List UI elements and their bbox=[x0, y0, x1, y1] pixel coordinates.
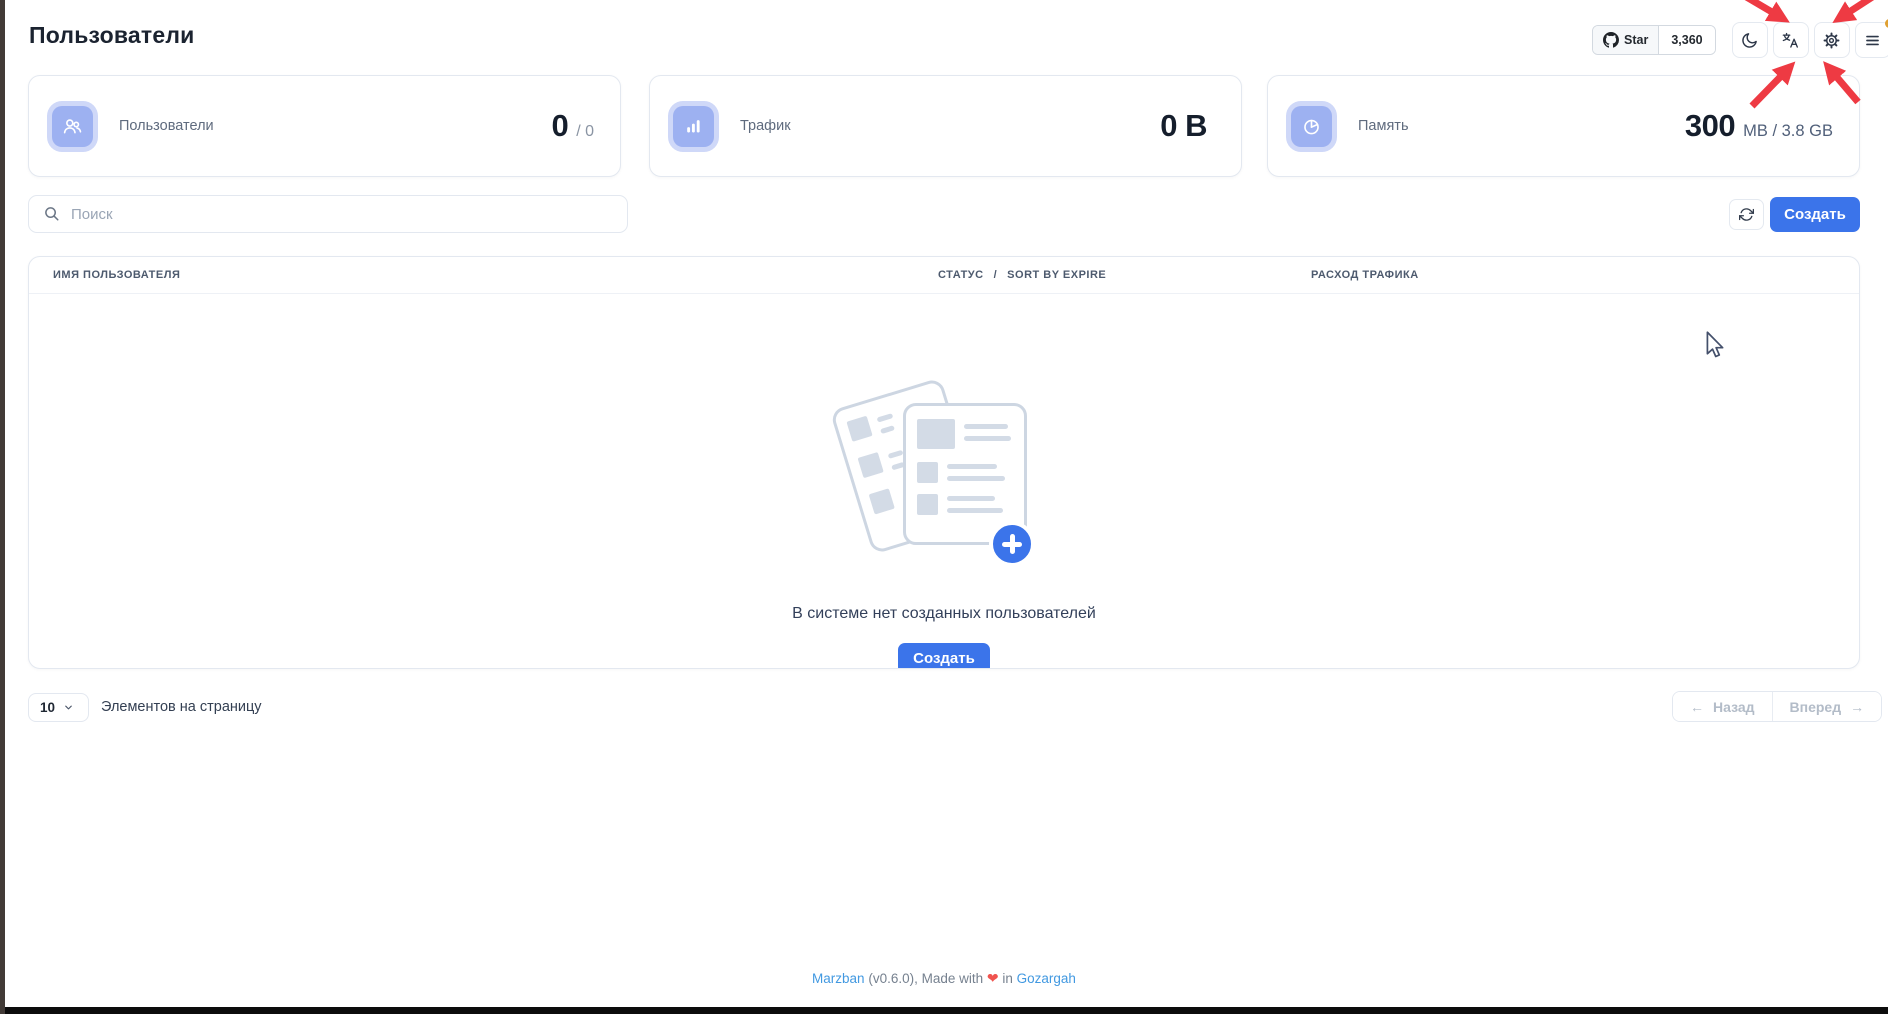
column-header-sort-by-expire[interactable]: SORT BY EXPIRE bbox=[1007, 269, 1106, 281]
users-table: ИМЯ ПОЛЬЗОВАТЕЛЯ СТАТУС / SORT BY EXPIRE… bbox=[28, 256, 1860, 669]
dark-mode-button[interactable] bbox=[1732, 22, 1768, 58]
column-header-traffic[interactable]: РАСХОД ТРАФИКА bbox=[1311, 269, 1419, 281]
per-page-label: Элементов на страницу bbox=[101, 699, 262, 715]
stat-label: Пользователи bbox=[119, 118, 214, 134]
empty-create-button[interactable]: Создать bbox=[898, 643, 990, 669]
add-plus-icon bbox=[989, 521, 1035, 567]
page-size-select[interactable]: 10 bbox=[28, 693, 89, 722]
footer-version-text: (v0.6.0), Made with bbox=[865, 971, 987, 986]
create-button[interactable]: Создать bbox=[1770, 197, 1860, 232]
table-header-row: ИМЯ ПОЛЬЗОВАТЕЛЯ СТАТУС / SORT BY EXPIRE… bbox=[29, 257, 1859, 294]
left-edge-bar bbox=[0, 0, 5, 1014]
topbar: Star 3,360 bbox=[1592, 22, 1888, 58]
stat-card-memory: Память 300 MB / 3.8 GB bbox=[1267, 75, 1860, 177]
github-star-button[interactable]: Star bbox=[1593, 26, 1659, 54]
empty-state: В системе нет созданных пользователей Со… bbox=[29, 294, 1859, 669]
empty-message: В системе нет созданных пользователей bbox=[792, 605, 1096, 623]
github-star-label: Star bbox=[1624, 33, 1648, 47]
stat-value: 0 B bbox=[1160, 108, 1215, 144]
stat-value: 300 MB / 3.8 GB bbox=[1685, 108, 1833, 144]
prev-page-label: Назад bbox=[1713, 699, 1755, 715]
translate-icon bbox=[1781, 31, 1800, 50]
stat-card-users: Пользователи 0 / 0 bbox=[28, 75, 621, 177]
stat-label: Память bbox=[1358, 118, 1409, 134]
column-header-status-expire: СТАТУС / SORT BY EXPIRE bbox=[938, 269, 1106, 281]
marzban-link[interactable]: Marzban bbox=[812, 971, 865, 986]
stat-value: 0 / 0 bbox=[551, 108, 594, 144]
gozargah-link[interactable]: Gozargah bbox=[1017, 971, 1076, 986]
users-icon bbox=[52, 106, 93, 147]
arrow-right-icon: → bbox=[1850, 699, 1864, 715]
bottom-edge-bar bbox=[5, 1007, 1888, 1014]
github-star-count[interactable]: 3,360 bbox=[1659, 26, 1714, 54]
column-header-separator: / bbox=[994, 269, 998, 281]
language-button[interactable] bbox=[1773, 22, 1809, 58]
settings-button[interactable] bbox=[1814, 22, 1850, 58]
stat-label: Трафик bbox=[740, 118, 791, 134]
chevron-down-icon bbox=[63, 702, 74, 713]
search-box bbox=[28, 195, 628, 233]
refresh-icon bbox=[1739, 207, 1754, 222]
arrow-left-icon: ← bbox=[1690, 699, 1704, 715]
prev-page-button[interactable]: ← Назад bbox=[1673, 692, 1772, 721]
menu-button[interactable] bbox=[1855, 22, 1888, 58]
moon-icon bbox=[1740, 31, 1759, 50]
refresh-button[interactable] bbox=[1729, 199, 1764, 230]
footer: Marzban (v0.6.0), Made with ❤ in Gozarga… bbox=[0, 970, 1888, 987]
gear-icon bbox=[1822, 31, 1841, 50]
topbar-buttons bbox=[1732, 22, 1888, 58]
heart-icon: ❤ bbox=[987, 970, 999, 986]
column-header-username[interactable]: ИМЯ ПОЛЬЗОВАТЕЛЯ bbox=[53, 269, 180, 281]
traffic-bars-icon bbox=[673, 106, 714, 147]
empty-documents-illustration bbox=[839, 377, 1049, 577]
search-input[interactable] bbox=[61, 206, 627, 223]
github-icon bbox=[1603, 32, 1619, 48]
github-star-widget[interactable]: Star 3,360 bbox=[1592, 25, 1716, 55]
column-header-status[interactable]: СТАТУС bbox=[938, 269, 984, 281]
memory-pie-icon bbox=[1291, 106, 1332, 147]
page-size-value: 10 bbox=[40, 700, 55, 715]
pagination-buttons: ← Назад Вперед → bbox=[1672, 691, 1882, 722]
next-page-button[interactable]: Вперед → bbox=[1772, 692, 1882, 721]
marzban-users-page: Пользователи Star 3,360 bbox=[0, 0, 1888, 1014]
next-page-label: Вперед bbox=[1790, 699, 1842, 715]
stat-card-traffic: Трафик 0 B bbox=[649, 75, 1242, 177]
hamburger-icon bbox=[1863, 31, 1882, 50]
search-icon bbox=[43, 205, 61, 223]
footer-in-text: in bbox=[999, 971, 1017, 986]
page-title: Пользователи bbox=[29, 22, 195, 49]
notification-dot bbox=[1885, 19, 1888, 28]
